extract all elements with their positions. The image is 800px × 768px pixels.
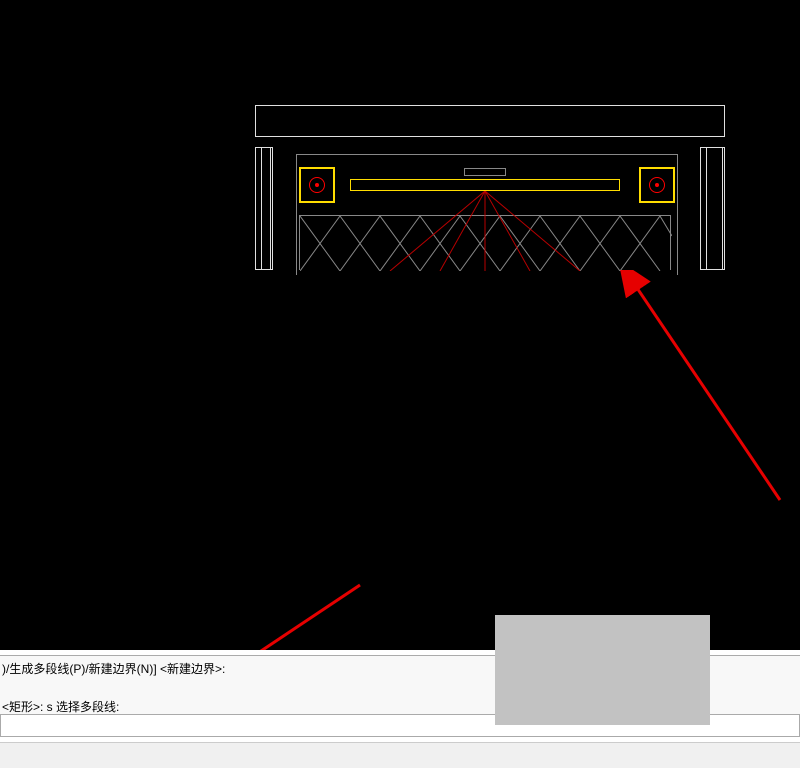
drawing-content (255, 105, 725, 270)
left-column (255, 147, 273, 270)
beam-element (255, 105, 725, 137)
annotation-arrow-top (620, 270, 800, 520)
right-column (700, 147, 725, 270)
overlay-box (495, 615, 710, 725)
cad-drawing-viewport[interactable] (0, 0, 800, 650)
light-fixture-right (639, 167, 675, 203)
command-history-line: )/生成多段线(P)/新建边界(N)] <新建边界>: (2, 662, 225, 676)
truss-pattern (300, 216, 672, 271)
command-history-line: <矩形>: s 选择多段线: (2, 700, 119, 714)
center-beam (350, 179, 620, 191)
inner-truss-frame (299, 215, 671, 270)
light-fixture-left (299, 167, 335, 203)
fixture-lamp-icon (309, 177, 325, 193)
status-bar (0, 742, 800, 768)
fixture-lamp-icon (649, 177, 665, 193)
